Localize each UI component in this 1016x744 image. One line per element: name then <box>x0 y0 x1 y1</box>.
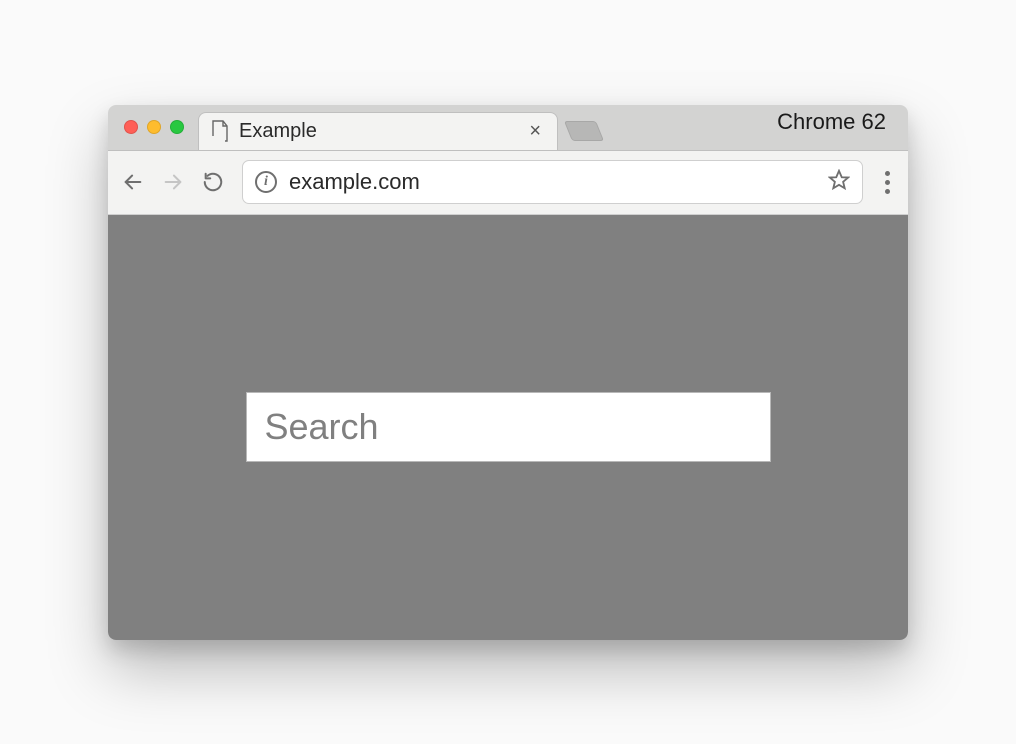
reload-button[interactable] <box>202 171 224 193</box>
maximize-window-button[interactable] <box>170 120 184 134</box>
tab-title: Example <box>239 120 525 143</box>
tab-strip: Example × Chrome 62 <box>108 105 908 151</box>
forward-button[interactable] <box>162 171 184 193</box>
search-input[interactable] <box>246 392 771 462</box>
toolbar: i example.com <box>108 151 908 215</box>
close-tab-button[interactable]: × <box>525 121 545 141</box>
browser-menu-button[interactable] <box>881 171 894 194</box>
url-text: example.com <box>289 169 816 195</box>
site-info-icon[interactable]: i <box>255 171 277 193</box>
page-icon <box>211 120 229 142</box>
address-bar[interactable]: i example.com <box>242 160 863 204</box>
minimize-window-button[interactable] <box>147 120 161 134</box>
window-controls <box>108 105 200 150</box>
browser-version-label: Chrome 62 <box>777 109 908 145</box>
browser-tab[interactable]: Example × <box>198 112 558 150</box>
page-viewport <box>108 215 908 640</box>
back-button[interactable] <box>122 171 144 193</box>
browser-window: Example × Chrome 62 i ex <box>108 105 908 640</box>
close-window-button[interactable] <box>124 120 138 134</box>
new-tab-button[interactable] <box>564 121 604 141</box>
bookmark-star-icon[interactable] <box>828 169 850 196</box>
